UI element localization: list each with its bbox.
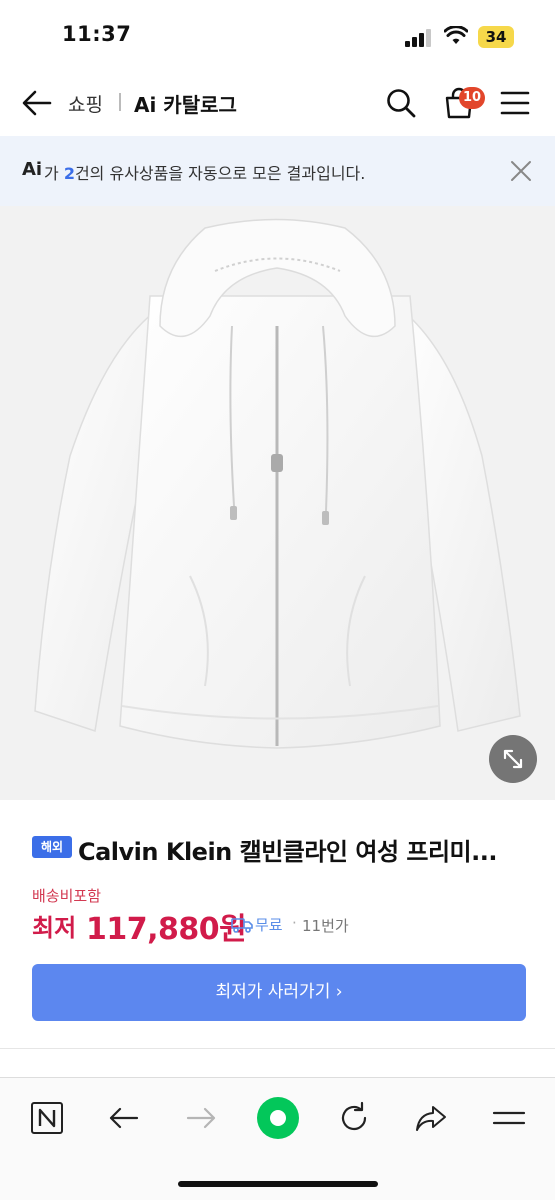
cart-count-badge: 10 — [459, 87, 485, 109]
product-title[interactable]: Calvin Klein 캘빈클라인 여성 프리미... — [78, 832, 497, 867]
share-icon[interactable] — [413, 1100, 449, 1136]
breadcrumb-divider — [119, 93, 121, 111]
ai-notice-banner: Ai 가 2건의 유사상품을 자동으로 모은 결과입니다. — [0, 136, 555, 206]
home-indicator — [178, 1181, 378, 1187]
lowest-price-label: 최저 — [32, 914, 77, 942]
buy-lowest-price-button[interactable]: 최저가 사러가기 › — [32, 964, 526, 1021]
delivery-truck-icon — [231, 918, 253, 933]
product-image[interactable] — [0, 206, 555, 800]
seller-name: 11번가 — [302, 917, 349, 935]
separator-dot: · — [292, 914, 297, 932]
back-arrow-icon[interactable] — [20, 86, 54, 120]
lowest-price-value: 117,880원 — [86, 912, 247, 947]
breadcrumb-shopping[interactable]: 쇼핑 — [68, 90, 103, 117]
green-home-icon[interactable] — [256, 1096, 300, 1140]
back-arrow-icon[interactable] — [106, 1100, 142, 1136]
hamburger-menu-icon[interactable] — [500, 89, 530, 117]
battery-indicator: 34 — [478, 26, 514, 48]
ai-logo: Ai — [22, 159, 43, 180]
menu-icon[interactable] — [491, 1100, 527, 1136]
ai-notice-suffix: 건의 유사상품을 자동으로 모은 결과입니다. — [74, 164, 366, 183]
status-time: 11:37 — [62, 22, 132, 46]
section-divider — [0, 1048, 555, 1049]
close-icon[interactable] — [508, 158, 534, 184]
breadcrumb-ai-catalog[interactable]: Ai 카탈로그 — [134, 89, 237, 118]
ai-notice-prefix: 가 — [44, 164, 64, 183]
search-icon[interactable] — [385, 87, 417, 119]
hoodie-illustration — [34, 218, 521, 749]
free-shipping-label: 무료 — [255, 916, 283, 934]
naver-n-icon[interactable] — [29, 1100, 65, 1136]
overseas-badge: 해외 — [32, 836, 72, 858]
product-info: 해외 Calvin Klein 캘빈클라인 여성 프리미... 배송비포함 최저… — [0, 800, 555, 1050]
refresh-icon[interactable] — [336, 1100, 372, 1136]
forward-arrow-icon[interactable] — [183, 1100, 219, 1136]
expand-image-icon[interactable] — [489, 735, 537, 783]
similar-count: 2 — [63, 164, 75, 183]
cellular-signal-icon — [405, 29, 431, 47]
shipping-included-note: 배송비포함 — [32, 887, 102, 905]
wifi-icon — [444, 26, 468, 44]
ai-notice-text: 가 2건의 유사상품을 자동으로 모은 결과입니다. — [44, 160, 365, 184]
status-bar: 11:37 34 — [0, 0, 555, 70]
